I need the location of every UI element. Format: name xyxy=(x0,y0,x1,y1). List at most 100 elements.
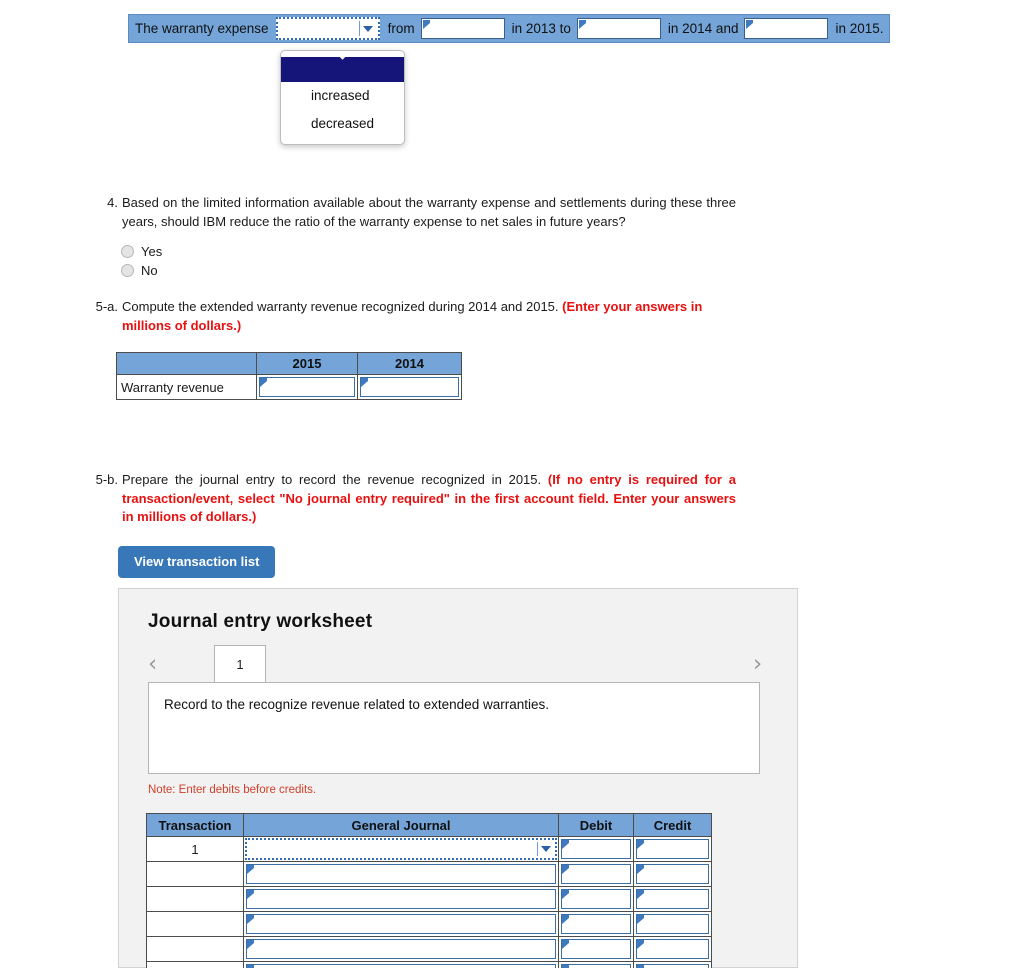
input-box[interactable] xyxy=(561,864,631,884)
warranty-revenue-2015-input[interactable] xyxy=(256,374,358,400)
journal-row-2-credit-input[interactable] xyxy=(633,861,712,887)
input-box[interactable] xyxy=(360,377,459,397)
input-box[interactable] xyxy=(561,939,631,959)
journal-row-3-debit-input[interactable] xyxy=(558,886,634,912)
journal-row-1-account-select[interactable] xyxy=(243,836,559,862)
question-5b-number: 5-b. xyxy=(95,472,118,487)
view-transaction-list-button[interactable]: View transaction list xyxy=(118,546,276,578)
question-4-text: Based on the limited information availab… xyxy=(122,195,736,229)
dropdown-option-decreased[interactable]: decreased xyxy=(281,110,404,138)
select-divider xyxy=(537,842,538,856)
question-5b-text: Prepare the journal entry to record the … xyxy=(122,472,548,487)
journal-header-credit: Credit xyxy=(633,813,712,837)
direction-dropdown-popup[interactable]: increased decreased xyxy=(280,50,405,145)
input-box[interactable] xyxy=(561,914,631,934)
input-box[interactable] xyxy=(636,914,709,934)
journal-row-6-credit-input[interactable] xyxy=(633,961,712,968)
journal-row-6-account-select[interactable] xyxy=(243,961,559,968)
fill-in-sentence-bar: The warranty expense from in 2013 to in … xyxy=(128,14,890,43)
header-2014: 2014 xyxy=(357,352,462,375)
sentence-tail-text: in 2015. xyxy=(835,21,884,36)
input-box[interactable] xyxy=(636,964,709,968)
journal-row-1-debit-input[interactable] xyxy=(558,836,634,862)
question-4-number: 4. xyxy=(107,195,118,210)
journal-row-6-transaction xyxy=(146,961,244,968)
radio-option-yes[interactable]: Yes xyxy=(121,244,162,259)
input-box[interactable] xyxy=(561,964,631,968)
journal-row-2-debit-input[interactable] xyxy=(558,861,634,887)
journal-row-5 xyxy=(146,936,712,962)
radio-label-yes: Yes xyxy=(141,244,163,259)
sentence-lead-text: The warranty expense xyxy=(135,21,269,36)
sentence-mid2-text: in 2013 to xyxy=(511,21,571,36)
chevron-down-icon xyxy=(541,846,551,852)
journal-row-4 xyxy=(146,911,712,937)
worksheet-tab-1[interactable]: 1 xyxy=(214,645,266,683)
journal-entry-worksheet-panel: Journal entry worksheet ‹ 1 › Record to … xyxy=(118,588,798,968)
journal-row-3-account-select[interactable] xyxy=(243,886,559,912)
input-box[interactable] xyxy=(246,964,556,968)
journal-row-4-account-select[interactable] xyxy=(243,911,559,937)
journal-header-transaction: Transaction xyxy=(146,813,244,837)
journal-row-4-transaction xyxy=(146,911,244,937)
input-box[interactable] xyxy=(561,839,631,859)
dropdown-option-blank[interactable] xyxy=(281,57,404,82)
journal-header-debit: Debit xyxy=(558,813,634,837)
journal-row-6 xyxy=(146,961,712,968)
worksheet-description: Record to the recognize revenue related … xyxy=(148,682,760,774)
input-box[interactable] xyxy=(636,939,709,959)
question-5a-number: 5-a. xyxy=(95,299,118,314)
input-box[interactable] xyxy=(246,914,556,934)
journal-row-5-debit-input[interactable] xyxy=(558,936,634,962)
journal-row-6-debit-input[interactable] xyxy=(558,961,634,968)
amount-2015-input[interactable] xyxy=(744,18,829,39)
journal-row-3-transaction xyxy=(146,886,244,912)
input-box[interactable] xyxy=(246,939,556,959)
journal-row-2-account-select[interactable] xyxy=(243,861,559,887)
journal-row-3 xyxy=(146,886,712,912)
radio-option-no[interactable]: No xyxy=(121,263,158,278)
input-box[interactable] xyxy=(246,889,556,909)
chevron-right-icon[interactable]: › xyxy=(753,653,762,676)
worksheet-tabs-strip: ‹ 1 › xyxy=(148,645,770,683)
question-5b: 5-b. Prepare the journal entry to record… xyxy=(92,471,736,527)
journal-entry-table: Transaction General Journal Debit Credit… xyxy=(146,813,712,968)
journal-row-4-debit-input[interactable] xyxy=(558,911,634,937)
warranty-expense-direction-select[interactable] xyxy=(275,17,380,40)
input-box[interactable] xyxy=(636,889,709,909)
journal-row-3-credit-input[interactable] xyxy=(633,886,712,912)
journal-row-5-account-select[interactable] xyxy=(243,936,559,962)
select-box[interactable] xyxy=(245,838,557,860)
journal-row-5-transaction xyxy=(146,936,244,962)
journal-row-4-credit-input[interactable] xyxy=(633,911,712,937)
journal-row-1-transaction: 1 xyxy=(146,836,244,862)
amount-2014-input[interactable] xyxy=(576,18,661,39)
journal-header-general-journal: General Journal xyxy=(243,813,559,837)
chevron-down-icon xyxy=(362,25,373,32)
panel-title: Journal entry worksheet xyxy=(148,611,373,632)
input-box[interactable] xyxy=(636,839,709,859)
sentence-mid1-text: from xyxy=(387,21,415,36)
header-2015: 2015 xyxy=(256,352,358,375)
warranty-revenue-table: 2015 2014 Warranty revenue xyxy=(116,352,462,400)
select-divider xyxy=(358,21,360,36)
warranty-revenue-2014-input[interactable] xyxy=(357,374,462,400)
radio-button-no-icon[interactable] xyxy=(121,264,134,277)
input-box[interactable] xyxy=(636,864,709,884)
debit-credit-note: Note: Enter debits before credits. xyxy=(148,784,317,796)
row-label-warranty-revenue: Warranty revenue xyxy=(116,374,257,400)
journal-row-2 xyxy=(146,861,712,887)
journal-row-1-credit-input[interactable] xyxy=(633,836,712,862)
input-box[interactable] xyxy=(259,377,355,397)
dropdown-option-increased[interactable]: increased xyxy=(281,82,404,110)
question-4: 4. Based on the limited information avai… xyxy=(92,194,736,231)
input-box[interactable] xyxy=(561,889,631,909)
amount-2013-input[interactable] xyxy=(420,18,505,39)
journal-row-5-credit-input[interactable] xyxy=(633,936,712,962)
chevron-left-icon[interactable]: ‹ xyxy=(148,653,157,676)
radio-button-yes-icon[interactable] xyxy=(121,245,134,258)
journal-header-row: Transaction General Journal Debit Credit xyxy=(146,813,712,837)
input-box[interactable] xyxy=(246,864,556,884)
table-header-row: 2015 2014 xyxy=(116,352,462,375)
sentence-mid3-text: in 2014 and xyxy=(667,21,739,36)
